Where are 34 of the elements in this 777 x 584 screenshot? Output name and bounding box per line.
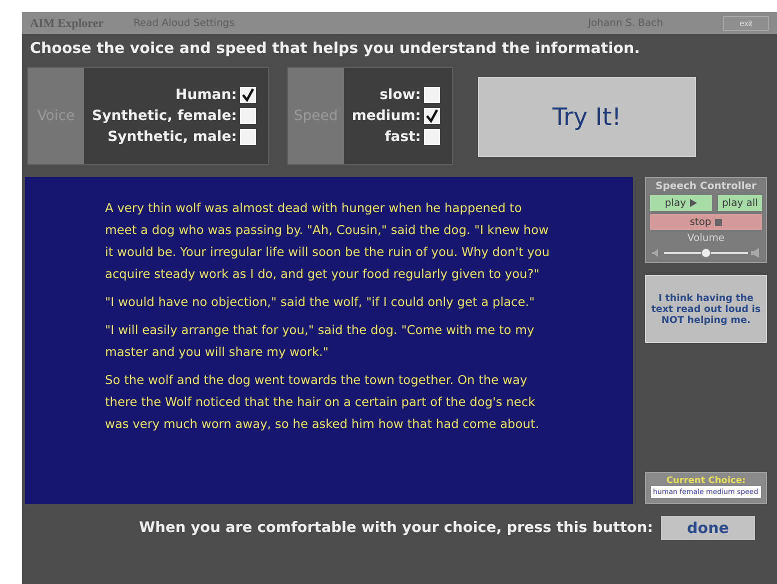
- slider-thumb[interactable]: [701, 248, 711, 258]
- story-paragraph: So the wolf and the dog went towards the town together. On the way there the Wolf noticed that the hair on a certain part of the dog's neck was very much worn away, so he asked him how that had come about.: [105, 372, 540, 433]
- volume-label: Volume: [686, 233, 726, 244]
- option-label: Human:: [176, 87, 237, 103]
- checkbox[interactable]: [424, 108, 440, 124]
- stop-icon: [715, 218, 722, 226]
- footer-prompt: When you are comfortable with your choice, press this button:: [139, 520, 653, 536]
- checkbox[interactable]: [424, 129, 440, 145]
- stop-button[interactable]: stop: [650, 214, 762, 230]
- checkmark-icon: [240, 88, 255, 102]
- play-icon: [690, 199, 698, 207]
- option-label: Synthetic, female:: [92, 108, 237, 124]
- story-paragraph: "I would have no objection," said the wolf, "if I could only get a place.": [105, 294, 536, 311]
- option-label: fast:: [384, 129, 421, 145]
- checkbox[interactable]: [424, 87, 440, 103]
- checkbox[interactable]: [240, 87, 256, 103]
- instruction: Choose the voice and speed that helps you understand the information.: [29, 38, 641, 57]
- option-label: Synthetic, male:: [108, 129, 237, 145]
- done-button[interactable]: done: [661, 516, 755, 540]
- checkmark-icon: [424, 109, 439, 123]
- play-button[interactable]: play: [650, 195, 712, 211]
- option-label: medium:: [352, 108, 421, 124]
- play-all-button[interactable]: play all: [718, 195, 762, 211]
- story-paragraph: "I will easily arrange that for you," said the dog. "Come with me to my master and you will share my work.": [105, 322, 536, 361]
- try-button[interactable]: Try It!: [478, 77, 696, 157]
- option-label: slow:: [380, 87, 421, 103]
- story-paragraph: A very thin wolf was almost dead with hunger when he happened to meet a dog who was passing by. "Ah, Cousin," said the dog. "I knew how it would be. Your irregular life will soon be the ruin of you. Why don't you acquire steady work as I do, and get your food regularly given to you?": [105, 200, 551, 283]
- not-helping-button[interactable]: I think having the text read out loud is NOT helping me.: [645, 275, 767, 343]
- speaker-icon: [750, 247, 762, 259]
- panel-title: Speech Controller: [654, 181, 758, 192]
- exit-button[interactable]: exit: [723, 16, 769, 30]
- current-choice-label: Current Choice:: [665, 476, 747, 486]
- checkbox[interactable]: [240, 108, 256, 124]
- checkbox[interactable]: [240, 129, 256, 145]
